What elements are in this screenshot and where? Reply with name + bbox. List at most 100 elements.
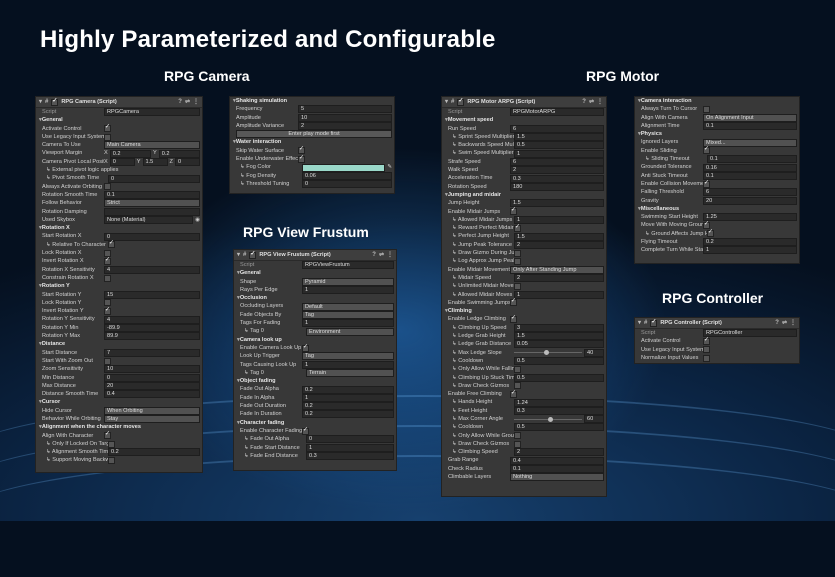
slider-knob[interactable]: [548, 416, 553, 422]
checkbox[interactable]: [510, 297, 517, 307]
checkbox[interactable]: [514, 432, 521, 440]
number-field[interactable]: 2: [514, 240, 604, 249]
number-field[interactable]: 3: [514, 323, 604, 332]
section-header[interactable]: Rotation X: [36, 224, 202, 232]
color-swatch[interactable]: [302, 163, 386, 172]
checkbox[interactable]: [302, 343, 309, 352]
number-field[interactable]: 0.5: [514, 357, 604, 366]
checkbox[interactable]: [703, 145, 710, 155]
section-header[interactable]: Physics: [635, 130, 799, 138]
number-field[interactable]: 0.05: [514, 340, 604, 349]
dropdown[interactable]: Main Camera: [104, 141, 200, 150]
section-header[interactable]: Jumping and midair: [442, 191, 606, 199]
number-field[interactable]: 0.06: [302, 171, 392, 180]
number-field[interactable]: 0: [302, 180, 392, 189]
dropdown[interactable]: Only After Standing Jump: [510, 265, 604, 274]
number-field[interactable]: 0.1: [510, 464, 604, 473]
dropdown[interactable]: On Alignment Input: [703, 113, 797, 122]
number-field[interactable]: 1: [514, 216, 604, 224]
settings-icon[interactable]: ⇌: [379, 251, 384, 259]
number-field[interactable]: 0.1: [707, 155, 797, 164]
vector-field[interactable]: 0: [174, 157, 200, 166]
number-field[interactable]: 0.2: [302, 402, 394, 411]
checkbox[interactable]: [104, 306, 111, 315]
number-field[interactable]: 0.2: [302, 410, 394, 419]
dropdown[interactable]: Mixed...: [703, 138, 797, 147]
more-icon[interactable]: ⋮: [193, 98, 199, 106]
number-field[interactable]: 0.5: [514, 141, 604, 150]
checkbox[interactable]: [104, 123, 111, 133]
number-field[interactable]: 1: [514, 290, 604, 299]
slider-track[interactable]: [514, 416, 582, 422]
checkbox[interactable]: [703, 179, 710, 188]
eyedropper-icon[interactable]: ✎: [387, 163, 392, 171]
play-mode-button[interactable]: Enter play mode first: [236, 130, 392, 139]
collapse-arrow-icon[interactable]: ▾: [237, 251, 240, 259]
collapse-arrow-icon[interactable]: ▾: [39, 98, 42, 106]
number-field[interactable]: 1: [514, 149, 604, 158]
dropdown[interactable]: Tag: [302, 310, 394, 319]
number-field[interactable]: 1.5: [510, 199, 604, 208]
number-field[interactable]: 6: [703, 188, 797, 197]
checkbox[interactable]: [104, 430, 111, 440]
number-field[interactable]: 0.1: [703, 122, 797, 131]
checkbox[interactable]: [514, 365, 521, 373]
checkbox[interactable]: [703, 346, 710, 354]
section-header[interactable]: Distance: [36, 340, 202, 348]
object-picker-icon[interactable]: ◉: [195, 216, 200, 224]
checkbox[interactable]: [302, 426, 309, 435]
section-header[interactable]: General: [36, 116, 202, 124]
dropdown[interactable]: Environment: [306, 327, 394, 336]
component-enabled-checkbox[interactable]: [51, 97, 59, 106]
checkbox[interactable]: [514, 257, 521, 265]
number-field[interactable]: 1.24: [514, 398, 604, 407]
number-field[interactable]: 15: [104, 290, 200, 299]
section-header[interactable]: General: [234, 269, 396, 277]
checkbox[interactable]: [514, 249, 521, 257]
checkbox[interactable]: [108, 440, 115, 448]
number-field[interactable]: 89.9: [104, 332, 200, 341]
number-field[interactable]: 0.16: [703, 163, 797, 172]
section-header[interactable]: Miscellaneous: [635, 205, 799, 213]
checkbox[interactable]: [104, 274, 111, 282]
number-field[interactable]: 20: [104, 381, 200, 390]
number-field[interactable]: 0.5: [514, 423, 604, 432]
vector-field[interactable]: 0: [109, 157, 135, 166]
number-field[interactable]: 20: [703, 196, 797, 205]
number-field[interactable]: 0.4: [104, 390, 200, 399]
section-header[interactable]: Camera interaction: [635, 97, 799, 105]
slider-value[interactable]: 60: [584, 415, 604, 424]
vector-field[interactable]: 1.5: [142, 157, 168, 166]
checkbox[interactable]: [104, 256, 111, 265]
section-header[interactable]: Water interaction: [230, 138, 394, 146]
component-enabled-checkbox[interactable]: [457, 97, 465, 106]
checkbox[interactable]: [514, 440, 521, 448]
number-field[interactable]: 4: [104, 265, 200, 274]
dropdown[interactable]: When Orbiting: [104, 406, 200, 415]
section-header[interactable]: Movement speed: [442, 116, 606, 124]
dropdown[interactable]: Strict: [104, 199, 200, 208]
checkbox[interactable]: [104, 133, 111, 141]
number-field[interactable]: 0: [108, 174, 200, 183]
number-field[interactable]: 7: [104, 348, 200, 357]
number-field[interactable]: 0.2: [703, 238, 797, 247]
slider-value[interactable]: 40: [584, 348, 604, 357]
section-header[interactable]: Object fading: [234, 377, 396, 385]
help-icon[interactable]: ?: [178, 98, 182, 106]
dropdown[interactable]: Pyramid: [302, 277, 394, 286]
section-header[interactable]: Camera look up: [234, 336, 396, 344]
checkbox[interactable]: [514, 282, 521, 290]
number-field[interactable]: 5: [298, 105, 392, 114]
checkbox[interactable]: [703, 336, 710, 345]
number-field[interactable]: 0.4: [510, 456, 604, 465]
number-field[interactable]: 0.3: [306, 451, 394, 460]
checkbox[interactable]: [514, 223, 521, 232]
checkbox[interactable]: [108, 457, 115, 465]
number-field[interactable]: 0.5: [514, 373, 604, 382]
settings-icon[interactable]: ⇌: [185, 98, 190, 106]
section-header[interactable]: Shaking simulation: [230, 97, 394, 105]
number-field[interactable]: 1.25: [703, 213, 797, 222]
number-field[interactable]: 0.1: [104, 191, 200, 200]
checkbox[interactable]: [703, 105, 710, 113]
number-field[interactable]: 6: [510, 124, 604, 133]
